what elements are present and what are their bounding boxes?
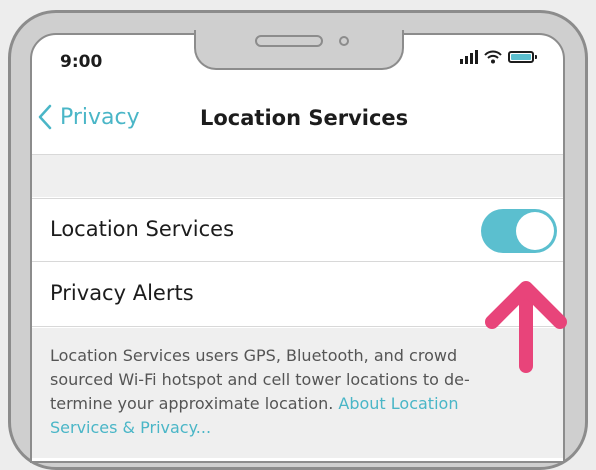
location-services-label: Location Services: [50, 217, 235, 241]
section-spacer: [32, 155, 563, 197]
footer-description: Location Services users GPS, Bluetooth, …: [50, 344, 520, 440]
signal-icon: [460, 50, 478, 64]
arrow-up-icon: [485, 281, 567, 373]
toggle-knob: [516, 212, 554, 250]
back-button[interactable]: Privacy: [38, 104, 140, 130]
speaker-icon: [255, 35, 323, 47]
status-time: 9:00: [60, 52, 103, 72]
camera-icon: [339, 36, 349, 46]
navigation-bar: Privacy Location Services: [32, 90, 563, 155]
location-services-row[interactable]: Location Services: [32, 198, 563, 262]
battery-icon: [508, 51, 537, 63]
page-title: Location Services: [200, 106, 409, 130]
status-icons: [460, 50, 537, 64]
location-services-toggle[interactable]: [481, 209, 557, 253]
privacy-alerts-label: Privacy Alerts: [50, 281, 194, 305]
back-label: Privacy: [60, 104, 140, 130]
wifi-icon: [484, 50, 502, 64]
chevron-left-icon: [38, 104, 52, 130]
